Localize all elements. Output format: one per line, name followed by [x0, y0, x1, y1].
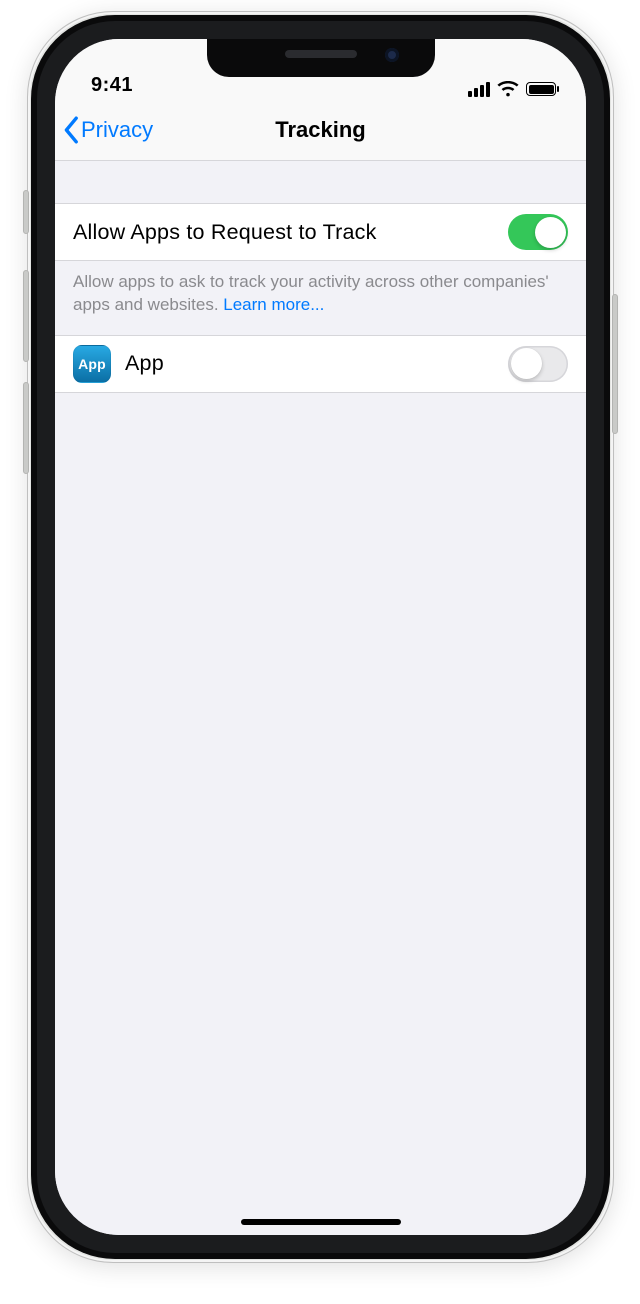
wifi-icon	[497, 81, 519, 97]
content-area: Allow Apps to Request to Track Allow app…	[55, 161, 586, 1235]
cellular-signal-icon	[468, 82, 490, 97]
status-time: 9:41	[91, 74, 133, 97]
phone-screen: 9:41 Privacy	[55, 39, 586, 1235]
app-name-label: App	[125, 351, 164, 376]
status-bar: 9:41	[55, 39, 586, 99]
volume-down-button	[23, 382, 29, 474]
allow-apps-request-label: Allow Apps to Request to Track	[73, 220, 377, 245]
chevron-left-icon	[63, 116, 80, 144]
app-tracking-row: App App	[55, 335, 586, 393]
allow-apps-request-toggle[interactable]	[508, 214, 568, 250]
navigation-bar: Privacy Tracking	[55, 99, 586, 161]
allow-apps-request-row: Allow Apps to Request to Track	[55, 203, 586, 261]
home-indicator[interactable]	[241, 1219, 401, 1225]
learn-more-link[interactable]: Learn more...	[223, 295, 324, 314]
back-label: Privacy	[81, 117, 153, 143]
side-button	[612, 294, 618, 434]
battery-icon	[526, 82, 556, 96]
app-tracking-toggle[interactable]	[508, 346, 568, 382]
back-button[interactable]: Privacy	[63, 116, 153, 144]
volume-up-button	[23, 270, 29, 362]
app-icon: App	[73, 345, 111, 383]
page-title: Tracking	[275, 117, 365, 143]
silent-switch	[23, 190, 29, 234]
section-footer: Allow apps to ask to track your activity…	[55, 261, 586, 335]
